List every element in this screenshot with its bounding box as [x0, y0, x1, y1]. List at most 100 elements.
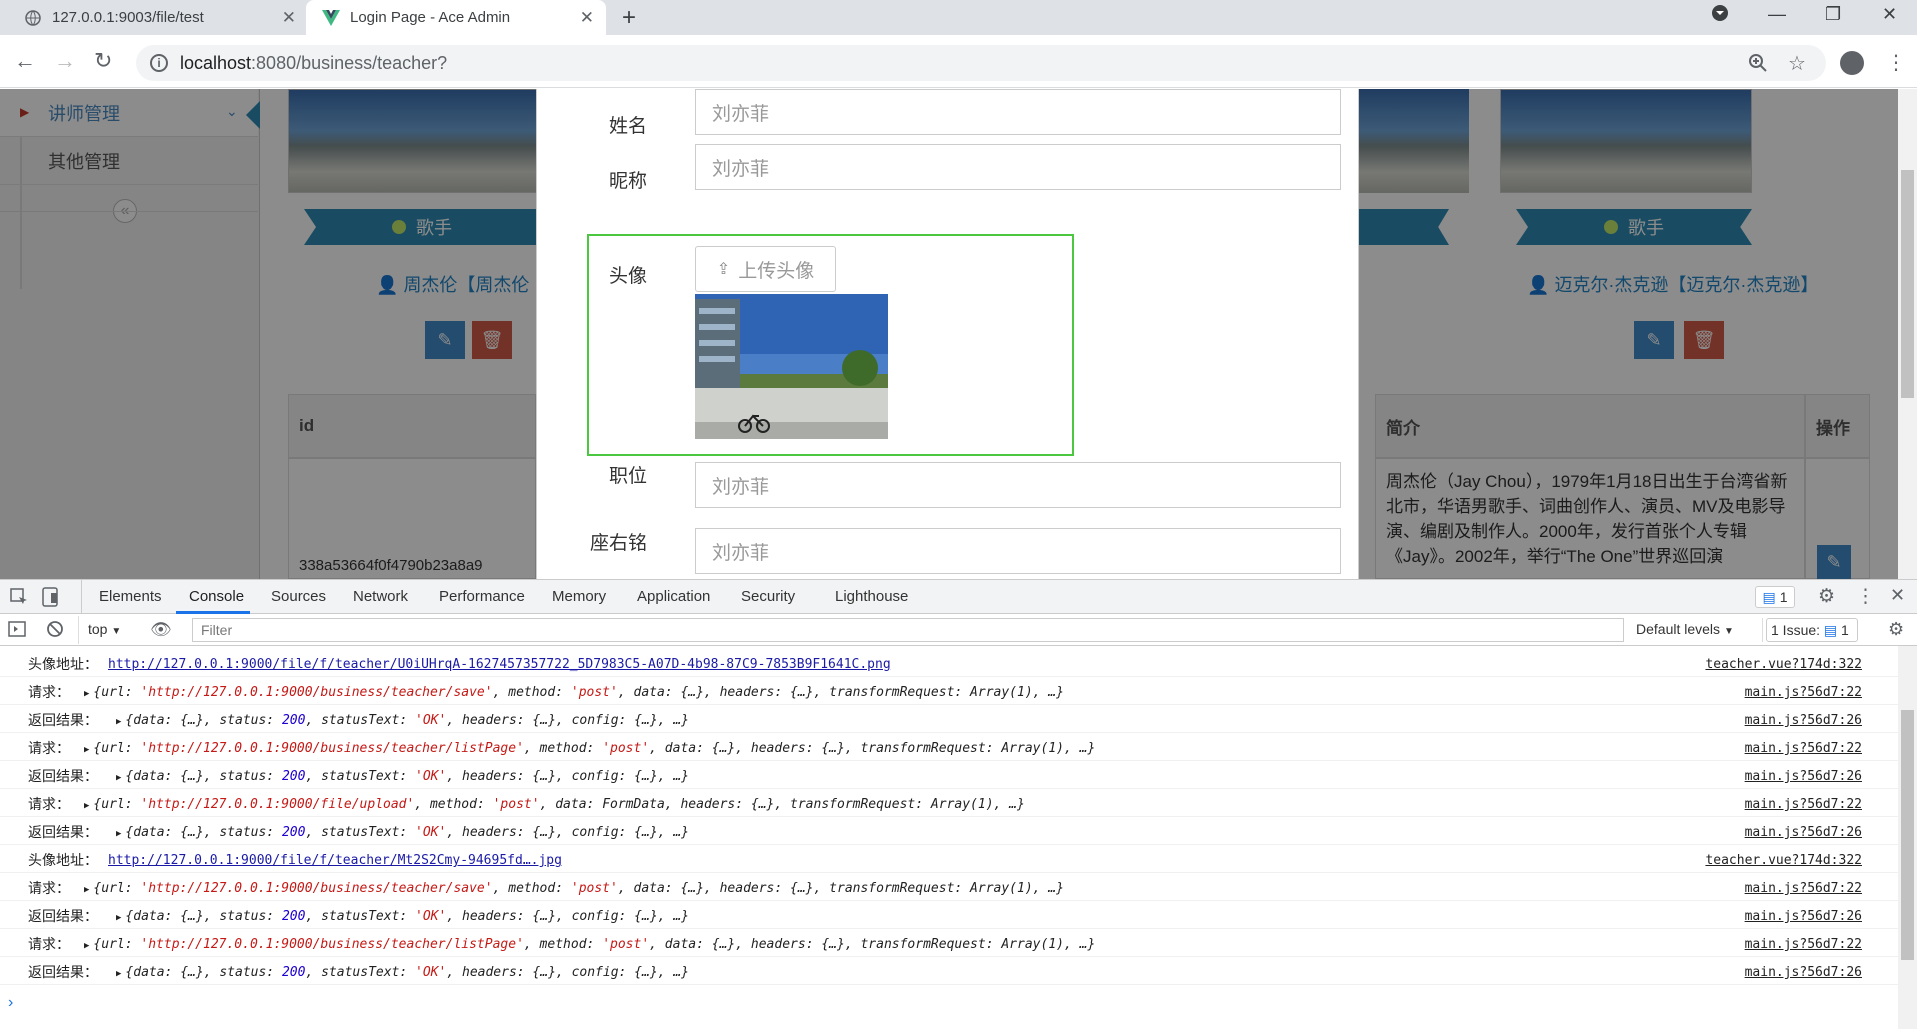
name-input[interactable]: 刘亦菲: [695, 89, 1341, 135]
new-tab-icon[interactable]: +: [622, 4, 636, 32]
log-source-link[interactable]: main.js?56d7:22: [1745, 934, 1862, 956]
clear-console-icon[interactable]: [46, 620, 64, 642]
log-method: 'post': [492, 797, 540, 812]
motto-label: 座右铭: [589, 533, 647, 554]
position-value: 刘亦菲: [712, 476, 770, 498]
request-object: ▶ {url: 'http://127.0.0.1:9000/file/uploa…: [84, 794, 1025, 816]
log-source-link[interactable]: main.js?56d7:22: [1745, 682, 1862, 704]
console-log-row: 请求： ▶ {url: 'http://127.0.0.1:9000/busines…: [0, 738, 1898, 761]
bookmark-star-icon[interactable]: ☆: [1788, 51, 1806, 76]
upload-avatar-button[interactable]: ⇪ 上传头像: [695, 246, 836, 292]
dropdown-arrow-icon: ▼: [1723, 626, 1734, 637]
expand-triangle-icon[interactable]: ▶: [84, 689, 89, 699]
console-filter-input[interactable]: Filter: [192, 618, 1624, 642]
log-source-link[interactable]: main.js?56d7:26: [1745, 710, 1862, 732]
response-object: ▶ {data: {…}, status: 200, statusText: 'O…: [116, 906, 689, 928]
inspect-element-icon[interactable]: [10, 588, 28, 610]
devtools-menu-icon[interactable]: ⋮: [1856, 585, 1875, 608]
expand-triangle-icon[interactable]: ▶: [84, 801, 89, 811]
log-source-link[interactable]: main.js?56d7:22: [1745, 738, 1862, 760]
console-prompt[interactable]: ›: [8, 994, 13, 1012]
page-scrollbar-thumb[interactable]: [1901, 170, 1914, 398]
vue-logo-icon: [322, 9, 340, 27]
log-source-link[interactable]: main.js?56d7:26: [1745, 822, 1862, 844]
devtools-tab-sources[interactable]: Sources: [271, 588, 326, 605]
issues-button[interactable]: 1 Issue: ▤ 1: [1766, 618, 1858, 642]
expand-triangle-icon[interactable]: ▶: [84, 885, 89, 895]
log-label: 返回结果：: [28, 713, 98, 729]
window-close-icon[interactable]: ✕: [1882, 4, 1897, 25]
punctuation: , method:: [492, 881, 571, 896]
expand-triangle-icon[interactable]: ▶: [84, 745, 89, 755]
motto-input[interactable]: 刘亦菲: [695, 528, 1341, 574]
close-tab-icon[interactable]: ✕: [580, 8, 594, 28]
log-source-link[interactable]: main.js?56d7:22: [1745, 794, 1862, 816]
devtools-tab-application[interactable]: Application: [637, 588, 710, 605]
devtools-tab-network[interactable]: Network: [353, 588, 408, 605]
response-object: ▶ {data: {…}, status: 200, statusText: 'O…: [116, 822, 689, 844]
menu-kebab-icon[interactable]: ⋮: [1886, 50, 1906, 75]
log-source-link[interactable]: main.js?56d7:26: [1745, 962, 1862, 984]
nickname-input[interactable]: 刘亦菲: [695, 144, 1341, 190]
log-rest: , data: FormData, headers: {…}, transfor…: [539, 797, 1025, 812]
tab-search-icon[interactable]: [1711, 4, 1729, 27]
forward-icon[interactable]: →: [54, 48, 76, 74]
log-levels-dropdown[interactable]: Default levels ▼: [1636, 621, 1734, 637]
log-source-link[interactable]: teacher.vue?174d:322: [1705, 654, 1862, 676]
expand-triangle-icon[interactable]: ▶: [116, 829, 121, 839]
punctuation: , statusText:: [305, 713, 416, 728]
browser-tab-login-page[interactable]: Login Page - Ace Admin ✕: [306, 0, 606, 35]
console-settings-gear-icon[interactable]: ⚙: [1888, 619, 1904, 640]
site-info-icon[interactable]: i: [150, 54, 168, 72]
expand-triangle-icon[interactable]: ▶: [116, 913, 121, 923]
log-source-link[interactable]: main.js?56d7:22: [1745, 878, 1862, 900]
sidebar-toggle-icon[interactable]: [8, 621, 26, 641]
address-bar[interactable]: i localhost:8080/business/teacher?: [136, 45, 1826, 81]
punctuation: {data: {…}, status:: [125, 769, 282, 784]
expand-triangle-icon[interactable]: ▶: [116, 773, 121, 783]
devtools-tab-performance[interactable]: Performance: [439, 588, 525, 605]
minimize-icon[interactable]: —: [1768, 4, 1786, 25]
devtools-tab-memory[interactable]: Memory: [552, 588, 606, 605]
expand-triangle-icon[interactable]: ▶: [116, 717, 121, 727]
device-toolbar-icon[interactable]: [42, 587, 60, 611]
back-icon[interactable]: ←: [14, 48, 36, 74]
devtools-tab-security[interactable]: Security: [741, 588, 795, 605]
maximize-icon[interactable]: ❐: [1825, 4, 1841, 25]
profile-avatar-icon[interactable]: [1840, 51, 1864, 75]
browser-tab-file-test[interactable]: 127.0.0.1:9003/file/test ✕: [8, 0, 308, 35]
devtools-tab-lighthouse[interactable]: Lighthouse: [835, 588, 908, 605]
console-scrollbar-thumb[interactable]: [1901, 710, 1914, 960]
devtools-tab-console[interactable]: Console: [189, 588, 244, 605]
context-selector[interactable]: top ▼: [88, 621, 121, 637]
reload-icon[interactable]: ↻: [94, 48, 112, 74]
log-link: http://127.0.0.1:9000/file/f/teacher/U0i…: [108, 654, 891, 676]
live-expression-eye-icon[interactable]: 👁: [150, 620, 172, 640]
position-input[interactable]: 刘亦菲: [695, 462, 1341, 508]
punctuation: , statusText:: [305, 965, 416, 980]
issues-badge[interactable]: ▤ 1: [1755, 586, 1795, 608]
log-source-link[interactable]: main.js?56d7:26: [1745, 766, 1862, 788]
console-log-row: 返回结果： ▶ {data: {…}, status: 200, statusTex…: [0, 766, 1898, 789]
close-devtools-icon[interactable]: ✕: [1890, 585, 1905, 606]
log-statusText: 'OK': [415, 825, 447, 840]
log-label: 头像地址：: [28, 853, 98, 869]
log-status: 200: [281, 965, 306, 980]
log-method: 'post': [602, 937, 650, 952]
expand-triangle-icon[interactable]: ▶: [84, 941, 89, 951]
file-url-link[interactable]: http://127.0.0.1:9000/file/f/teacher/U0i…: [108, 657, 891, 672]
response-object: ▶ {data: {…}, status: 200, statusText: 'O…: [116, 962, 689, 984]
log-source-link[interactable]: teacher.vue?174d:322: [1705, 850, 1862, 872]
globe-icon: [24, 9, 42, 27]
devtools-tab-elements[interactable]: Elements: [99, 588, 162, 605]
zoom-icon[interactable]: [1748, 53, 1768, 78]
console-log-row: 请求： ▶ {url: 'http://127.0.0.1:9000/file/up…: [0, 794, 1898, 817]
close-tab-icon[interactable]: ✕: [282, 8, 296, 28]
console-log-row: 返回结果： ▶ {data: {…}, status: 200, statusTex…: [0, 710, 1898, 733]
expand-triangle-icon[interactable]: ▶: [116, 969, 121, 979]
log-source-link[interactable]: main.js?56d7:26: [1745, 906, 1862, 928]
console-log-row: 请求： ▶ {url: 'http://127.0.0.1:9000/busines…: [0, 934, 1898, 957]
settings-gear-icon[interactable]: ⚙: [1818, 585, 1835, 608]
issues-count: 1: [1779, 589, 1788, 605]
file-url-link[interactable]: http://127.0.0.1:9000/file/f/teacher/Mt2…: [108, 853, 562, 868]
